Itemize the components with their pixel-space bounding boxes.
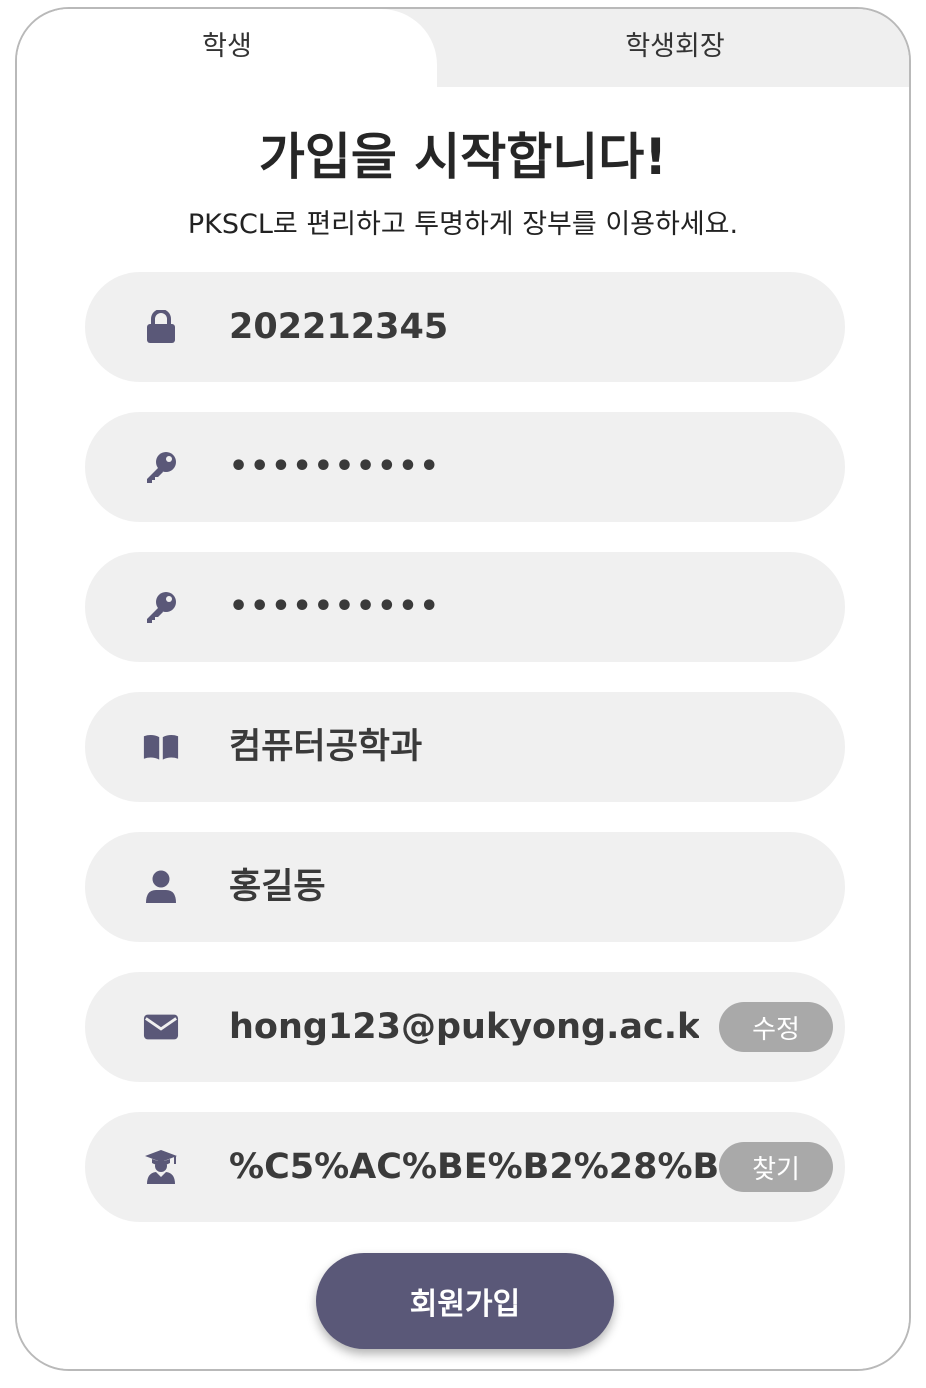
email-value: hong123@pukyong.ac.kr	[229, 1007, 699, 1047]
school-value: %C5%AC%BE%B2%28%BE%BF	[229, 1147, 717, 1187]
email-field[interactable]: hong123@pukyong.ac.kr 수정	[85, 972, 845, 1082]
signup-form: 가입을 시작합니다! PKSCL로 편리하고 투명하게 장부를 이용하세요. 2…	[17, 87, 909, 1369]
signup-card: 학생 학생회장 가입을 시작합니다! PKSCL로 편리하고 투명하게 장부를 …	[15, 7, 911, 1371]
department-value: 컴퓨터공학과	[229, 727, 423, 767]
tab-student[interactable]: 학생	[17, 9, 437, 89]
envelope-icon	[143, 1009, 179, 1045]
password-field[interactable]: ••••••••••	[85, 412, 845, 522]
password-confirm-value: ••••••••••	[229, 589, 441, 624]
role-tabs: 학생 학생회장	[17, 9, 909, 89]
book-icon	[143, 729, 179, 765]
signup-button[interactable]: 회원가입	[316, 1253, 614, 1349]
name-value: 홍길동	[229, 867, 326, 907]
find-school-button[interactable]: 찾기	[719, 1142, 833, 1192]
tab-student-president[interactable]: 학생회장	[437, 9, 909, 89]
password-confirm-field[interactable]: ••••••••••	[85, 552, 845, 662]
password-value: ••••••••••	[229, 449, 441, 484]
edit-email-button[interactable]: 수정	[719, 1002, 833, 1052]
graduate-icon	[143, 1149, 179, 1185]
school-field[interactable]: %C5%AC%BE%B2%28%BE%BF 찾기	[85, 1112, 845, 1222]
page-subtitle: PKSCL로 편리하고 투명하게 장부를 이용하세요.	[187, 209, 739, 240]
student-id-value: 202212345	[229, 307, 449, 347]
key-icon	[143, 449, 179, 485]
page-title: 가입을 시작합니다!	[258, 128, 668, 186]
user-icon	[143, 869, 179, 905]
name-field[interactable]: 홍길동	[85, 832, 845, 942]
key-icon	[143, 589, 179, 625]
student-id-field[interactable]: 202212345	[85, 272, 845, 382]
department-field[interactable]: 컴퓨터공학과	[85, 692, 845, 802]
lock-icon	[143, 309, 179, 345]
